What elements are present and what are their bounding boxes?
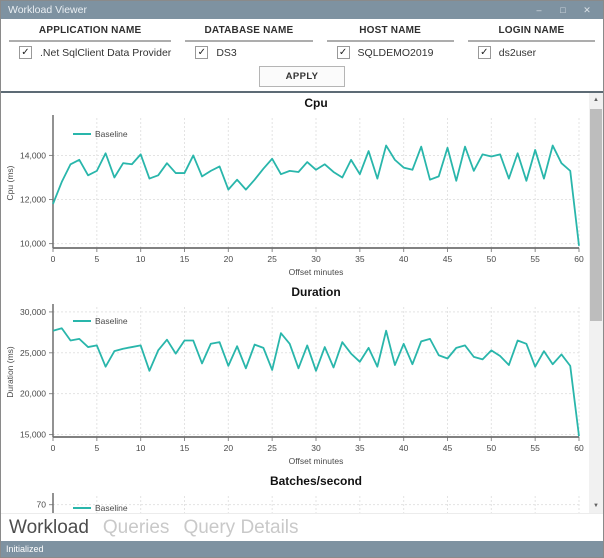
svg-text:10: 10 [136,254,146,264]
svg-text:20: 20 [224,443,234,453]
tab-queries[interactable]: Queries [103,517,170,539]
login-checkbox[interactable]: ✓ [477,46,491,59]
chart-region: Cpu 10,000 12,000 14,000 0 5 10 15 20 25 30 35 40 45… [1,93,603,513]
svg-text:Offset minutes: Offset minutes [289,267,344,277]
svg-text:Cpu (ms): Cpu (ms) [5,165,15,200]
svg-text:25: 25 [267,254,277,264]
filter-column-login: LOGIN NAME ✓ ds2user [467,25,596,61]
svg-text:15: 15 [180,254,190,264]
svg-text:5: 5 [94,443,99,453]
svg-text:0: 0 [51,254,56,264]
svg-text:30: 30 [311,254,321,264]
filter-header-database: DATABASE NAME [204,25,294,36]
apply-row: APPLY [1,63,603,91]
svg-text:40: 40 [399,254,409,264]
tab-query-details[interactable]: Query Details [183,517,298,539]
svg-text:45: 45 [443,443,453,453]
tab-workload[interactable]: Workload [9,517,89,539]
svg-text:Duration (ms): Duration (ms) [5,346,15,398]
status-bar: Initialized [1,541,603,557]
close-icon[interactable]: ✕ [575,1,599,19]
svg-text:15: 15 [180,443,190,453]
workload-viewer-window: Workload Viewer – □ ✕ APPLICATION NAME ✓… [0,0,604,558]
svg-text:30: 30 [311,443,321,453]
host-value: SQLDEMO2019 [357,46,434,59]
svg-text:Baseline: Baseline [95,129,128,139]
checkmark-icon: ✓ [197,47,206,58]
svg-text:50: 50 [487,443,497,453]
svg-text:55: 55 [530,443,540,453]
checkmark-icon: ✓ [480,47,489,58]
cpu-chart-title: Cpu [304,96,328,110]
minimize-icon[interactable]: – [527,1,551,19]
svg-text:55: 55 [530,254,540,264]
filter-header-login: LOGIN NAME [498,25,565,36]
database-checkbox[interactable]: ✓ [195,46,209,59]
svg-text:35: 35 [355,254,365,264]
filter-item: ✓ ds2user [468,42,595,61]
filter-item: ✓ DS3 [185,42,312,61]
svg-text:25,000: 25,000 [20,348,46,358]
svg-text:35: 35 [355,443,365,453]
svg-text:0: 0 [51,443,56,453]
svg-text:10,000: 10,000 [20,239,46,249]
apply-button[interactable]: APPLY [258,66,346,87]
filter-column-host: HOST NAME ✓ SQLDEMO2019 [326,25,454,61]
filter-item: ✓ SQLDEMO2019 [327,42,454,61]
database-value: DS3 [216,46,237,59]
tab-bar: Workload Queries Query Details [1,513,603,541]
window-title: Workload Viewer [8,4,87,16]
checkmark-icon: ✓ [338,47,348,58]
filter-header-application: APPLICATION NAME [38,25,142,36]
svg-text:5: 5 [94,254,99,264]
svg-text:50: 50 [487,254,497,264]
filter-column-application: APPLICATION NAME ✓ .Net SqlClient Data P… [9,25,172,61]
filter-panel: APPLICATION NAME ✓ .Net SqlClient Data P… [1,19,603,63]
checkmark-icon: ✓ [21,47,30,58]
svg-text:14,000: 14,000 [20,150,46,160]
svg-text:30,000: 30,000 [20,307,46,317]
svg-text:25: 25 [267,443,277,453]
duration-chart-title: Duration [291,285,341,299]
filter-column-database: DATABASE NAME ✓ DS3 [185,25,313,61]
svg-text:20,000: 20,000 [20,389,46,399]
scrollbar-up-icon[interactable]: ▲ [589,93,603,107]
svg-text:60: 60 [574,443,584,453]
vertical-scrollbar[interactable]: ▲ ▼ [589,93,603,513]
application-value: .Net SqlClient Data Provider [40,46,172,59]
svg-text:Baseline: Baseline [95,316,128,326]
application-checkbox[interactable]: ✓ [19,46,32,59]
svg-text:10: 10 [136,443,146,453]
maximize-icon[interactable]: □ [551,1,575,19]
svg-text:60: 60 [574,254,584,264]
filter-header-host: HOST NAME [359,25,422,36]
cpu-chart: 10,000 12,000 14,000 0 5 10 15 20 25 30 35 40 45 50 55… [5,115,584,277]
svg-text:Offset minutes: Offset minutes [289,456,344,466]
svg-text:70: 70 [37,500,47,510]
title-bar: Workload Viewer – □ ✕ [1,1,603,19]
svg-text:Baseline: Baseline [95,503,128,513]
duration-chart: 15,000 20,000 25,000 30,000 0 5 10 15 20 25 30 35 40… [5,304,584,466]
scrollbar-thumb[interactable] [590,109,602,321]
login-value: ds2user [498,46,537,59]
status-text: Initialized [6,544,44,554]
svg-text:15,000: 15,000 [20,430,46,440]
host-checkbox[interactable]: ✓ [336,46,350,59]
batches-chart-title: Batches/second [269,474,363,488]
svg-text:45: 45 [443,254,453,264]
svg-text:20: 20 [224,254,234,264]
charts-container: Cpu 10,000 12,000 14,000 0 5 10 15 20 25 30 35 40 45… [1,93,589,513]
svg-text:40: 40 [399,443,409,453]
filter-item: ✓ .Net SqlClient Data Provider [9,42,171,61]
svg-text:12,000: 12,000 [20,195,46,205]
scrollbar-down-icon[interactable]: ▼ [589,499,603,513]
batches-chart: 70051015202530354045505560Baseline [37,493,580,513]
